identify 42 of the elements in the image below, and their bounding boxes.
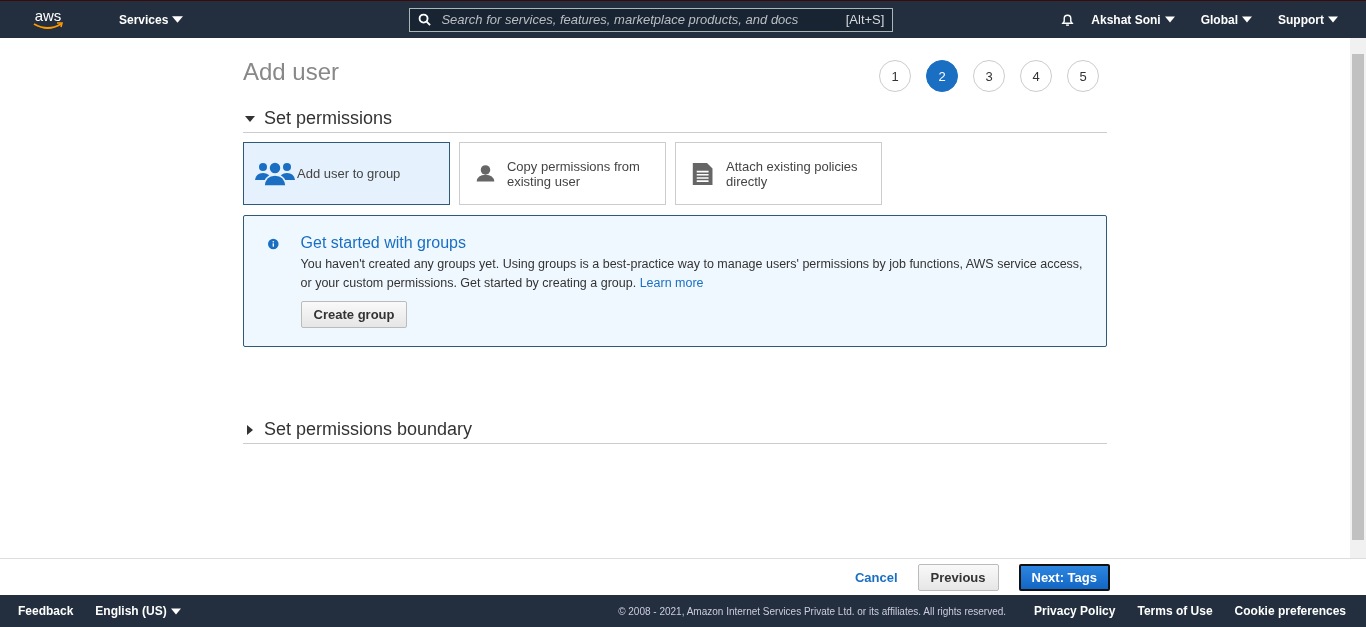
caret-icon [170, 607, 181, 615]
info-text: You haven't created any groups yet. Using groups is a best-practice way to manage users' permissions by job functions, AWS service access, or your custom permissions. Get started by creating a group. Learn more [300, 256, 1084, 292]
caret-icon [1242, 16, 1252, 23]
info-icon [268, 236, 279, 252]
people-group-icon [255, 160, 295, 187]
permission-option[interactable]: Copy permissions from existing user [459, 142, 666, 205]
caret-icon [172, 16, 184, 23]
nav-menu[interactable]: Akshat Soni [1091, 12, 1175, 27]
nav-menu[interactable]: Support [1278, 12, 1338, 27]
step-indicator[interactable]: 5 [1067, 60, 1099, 92]
step-indicator[interactable]: 3 [973, 60, 1005, 92]
bell-icon [1060, 12, 1076, 27]
smile-arrow-icon [33, 22, 63, 30]
section-heading[interactable]: Set permissions boundary [264, 419, 473, 440]
scrollbar[interactable] [1350, 38, 1366, 558]
services-menu[interactable]: Services [119, 12, 184, 27]
search-icon [418, 13, 432, 26]
previous-button[interactable]: Previous [917, 563, 999, 591]
learn-more-link[interactable]: Learn more [639, 276, 704, 290]
step-indicator[interactable]: 1 [879, 60, 911, 92]
step-indicator[interactable]: 4 [1020, 60, 1052, 92]
footer-link[interactable]: Privacy Policy [1034, 604, 1116, 618]
step-indicator[interactable]: 2 [926, 60, 958, 92]
search-field[interactable]: Search for services, features, marketplace products, and docs [Alt+S] [409, 7, 894, 32]
permission-option[interactable]: Add user to group [243, 142, 450, 205]
cancel-link[interactable]: Cancel [854, 569, 898, 585]
page-title: Add user [243, 58, 340, 87]
shortcut-hint: [Alt+S] [845, 12, 885, 27]
language-menu[interactable]: English (US) [95, 604, 181, 618]
footer-link[interactable]: Terms of Use [1137, 604, 1213, 618]
aws-logo[interactable]: aws [33, 9, 63, 30]
nav-menu[interactable]: Global [1200, 12, 1252, 27]
caret-icon [1328, 16, 1338, 23]
section-heading[interactable]: Set permissions [264, 108, 393, 129]
feedback-link[interactable]: Feedback [18, 604, 74, 618]
footer-link[interactable]: Cookie preferences [1234, 604, 1346, 618]
copyright-text: © 2008 - 2021, Amazon Internet Services Private Ltd. or its affiliates. All rights reserved. [618, 605, 1007, 617]
info-title: Get started with groups [300, 234, 467, 252]
create-group-button[interactable]: Create group [300, 301, 408, 328]
next-button[interactable]: Next: Tags [1018, 563, 1110, 591]
permission-option[interactable]: Attach existing policies directly [675, 142, 882, 205]
caret-icon [1164, 16, 1175, 23]
